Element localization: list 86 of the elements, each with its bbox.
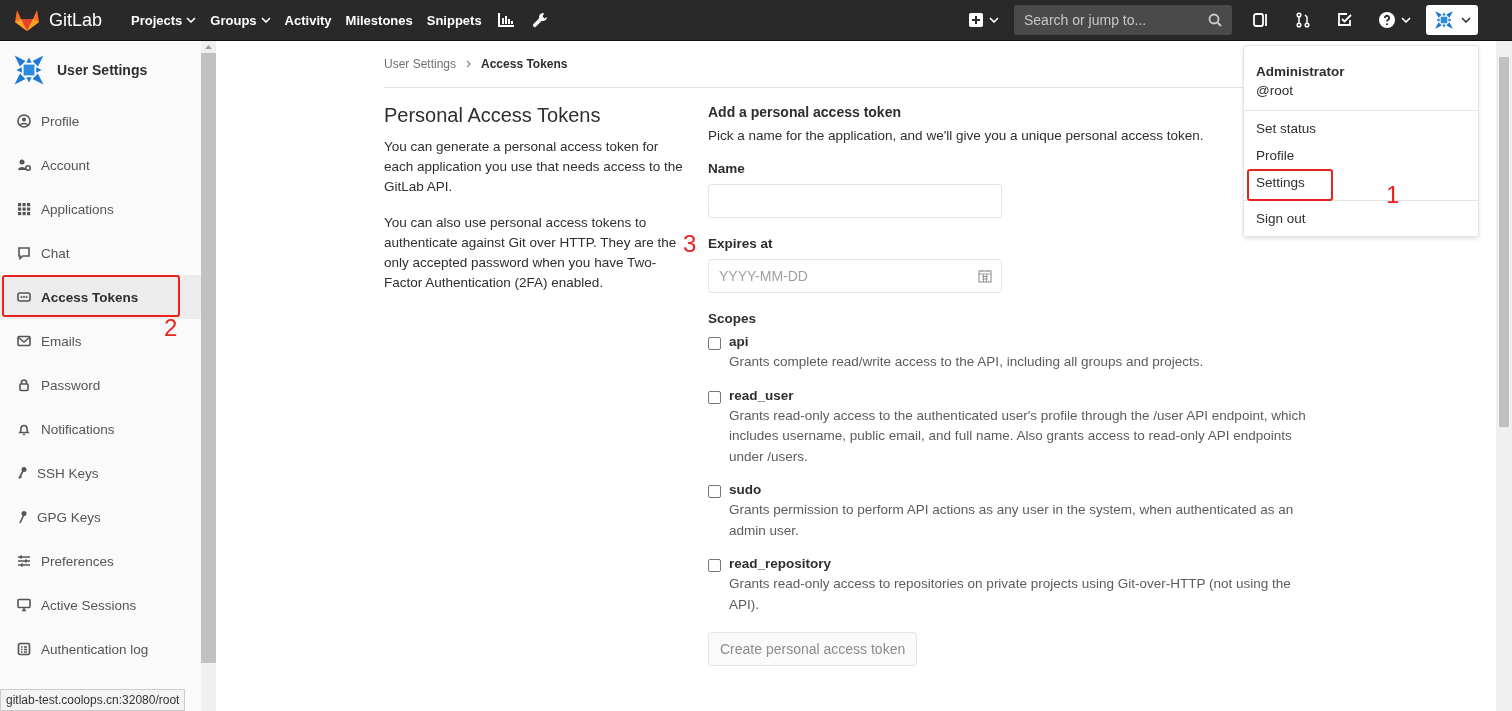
scope-name: api xyxy=(729,334,750,349)
menu-item[interactable]: Settings xyxy=(1244,169,1317,196)
sidebar-item[interactable]: Emails xyxy=(0,319,92,363)
chevron-right-icon xyxy=(466,60,472,68)
description-text: You can generate a personal access token for each application you use that needs access to the GitLab API. xyxy=(384,138,684,196)
annotation-number: 3 xyxy=(683,232,697,256)
page-scrollbar[interactable] xyxy=(1496,41,1512,711)
bar-chart-icon[interactable] xyxy=(497,13,514,27)
monitor-icon xyxy=(17,598,31,612)
todo-check-icon[interactable] xyxy=(1337,12,1353,28)
status-url: gitlab-test.coolops.cn:32080/root xyxy=(0,689,186,711)
sliders-icon xyxy=(17,554,31,568)
lock-icon xyxy=(17,378,31,392)
breadcrumb-link[interactable]: Access Tokens xyxy=(481,57,568,71)
annotation-number: 1 xyxy=(1386,183,1400,207)
sidebar-item[interactable]: SSH Keys xyxy=(0,451,109,495)
scope-description: Grants read-only access to repositories on private projects using Git-over-HTTP (not using the API). xyxy=(729,575,1292,614)
description-text: You can also use personal access tokens to authenticate against Git over HTTP. They are the only accepted password when you have Two-Factor Authentication (2FA) enabled. xyxy=(384,214,678,292)
merge-request-icon[interactable] xyxy=(1295,12,1311,28)
key-icon xyxy=(17,510,27,524)
nav-link[interactable]: Snippets xyxy=(419,6,489,34)
help-icon[interactable] xyxy=(1379,12,1395,28)
field-label: Expires at xyxy=(708,236,773,251)
search-field[interactable]: Search or jump to... xyxy=(1014,5,1232,35)
sidebar-title: User Settings xyxy=(57,62,148,78)
mail-icon xyxy=(17,334,31,348)
user-menu-button[interactable] xyxy=(1426,5,1478,35)
grid-icon xyxy=(17,202,31,216)
nav-link[interactable]: Groups xyxy=(203,6,278,34)
date-input-field[interactable]: YYYY-MM-DD xyxy=(708,259,1002,293)
user-handle: @root xyxy=(1256,83,1294,98)
brand-name: GitLab xyxy=(49,9,103,31)
sidebar-item[interactable]: Applications xyxy=(0,187,124,231)
scope-description: Grants permission to perform API actions as any user in the system, when authenticated as an admin user. xyxy=(729,501,1295,540)
checkbox[interactable] xyxy=(708,390,721,404)
checkbox[interactable] xyxy=(708,485,721,498)
scrollbar-thumb[interactable] xyxy=(201,53,216,663)
search-icon xyxy=(1208,13,1222,27)
avatar-icon xyxy=(1433,9,1455,31)
caret-icon xyxy=(1461,17,1471,23)
menu-item[interactable]: Sign out xyxy=(1244,205,1318,232)
key-icon xyxy=(17,466,27,480)
checkbox[interactable] xyxy=(708,559,721,572)
sidebar-item[interactable]: Preferences xyxy=(0,539,124,583)
section-title: Personal Access Tokens xyxy=(384,104,602,127)
plus-square-icon[interactable] xyxy=(969,13,983,27)
scope-name: read_user xyxy=(729,387,795,403)
chat-icon xyxy=(17,246,31,260)
wrench-icon[interactable] xyxy=(531,12,548,28)
sidebar-item[interactable]: GPG Keys xyxy=(0,495,111,539)
form-subtitle: Pick a name for the application, and we'll give you a unique personal access token. xyxy=(708,128,1204,143)
scope-name: read_repository xyxy=(729,556,833,571)
scope-description: Grants complete read/write access to the API, including all groups and projects. xyxy=(729,353,1204,371)
sidebar-item[interactable]: Active Sessions xyxy=(0,583,147,627)
sidebar-item[interactable]: Password xyxy=(0,363,111,407)
checkbox[interactable] xyxy=(708,337,721,350)
sidebar-item[interactable]: Notifications xyxy=(0,407,125,451)
sidebar-item[interactable]: Account xyxy=(0,143,100,187)
caret-icon xyxy=(989,17,999,23)
nav-link[interactable]: Projects xyxy=(124,6,204,34)
list-icon xyxy=(17,642,31,656)
bell-icon xyxy=(17,422,31,436)
scope-description: Grants read-only access to the authenticated user's profile through the /user API endpoint, which includes username, public email, and full name. Also grants access to read-only API endpoints under /users. xyxy=(729,406,1307,466)
name-input-field[interactable] xyxy=(708,184,1002,218)
sidebar-item[interactable]: Profile xyxy=(0,99,90,143)
form-title: Add a personal access token xyxy=(708,104,901,120)
user-name: Administrator xyxy=(1256,64,1346,79)
field-label: Name xyxy=(708,161,745,176)
annotation-number: 2 xyxy=(164,316,178,340)
scope-name: sudo xyxy=(729,482,763,497)
breadcrumb-link[interactable]: User Settings xyxy=(384,57,457,71)
calendar-icon xyxy=(978,269,992,283)
menu-item[interactable]: Set status xyxy=(1244,115,1329,142)
token-icon xyxy=(17,290,31,304)
caret-icon xyxy=(1401,17,1411,23)
sidebar-item[interactable]: Chat xyxy=(0,231,80,275)
sidebar-item[interactable]: Authentication log xyxy=(0,627,159,671)
sidebar-item[interactable]: Access Tokens xyxy=(0,275,201,319)
fox-logo-icon[interactable] xyxy=(14,8,40,32)
sidebar-panel-icon[interactable] xyxy=(1253,12,1269,28)
user-circle-icon xyxy=(17,114,31,128)
user-gear-icon xyxy=(17,158,31,172)
nav-link[interactable]: Activity xyxy=(277,6,339,34)
field-label: Scopes xyxy=(708,311,757,326)
menu-item[interactable]: Profile xyxy=(1244,142,1307,169)
nav-link[interactable]: Milestones xyxy=(338,6,420,34)
